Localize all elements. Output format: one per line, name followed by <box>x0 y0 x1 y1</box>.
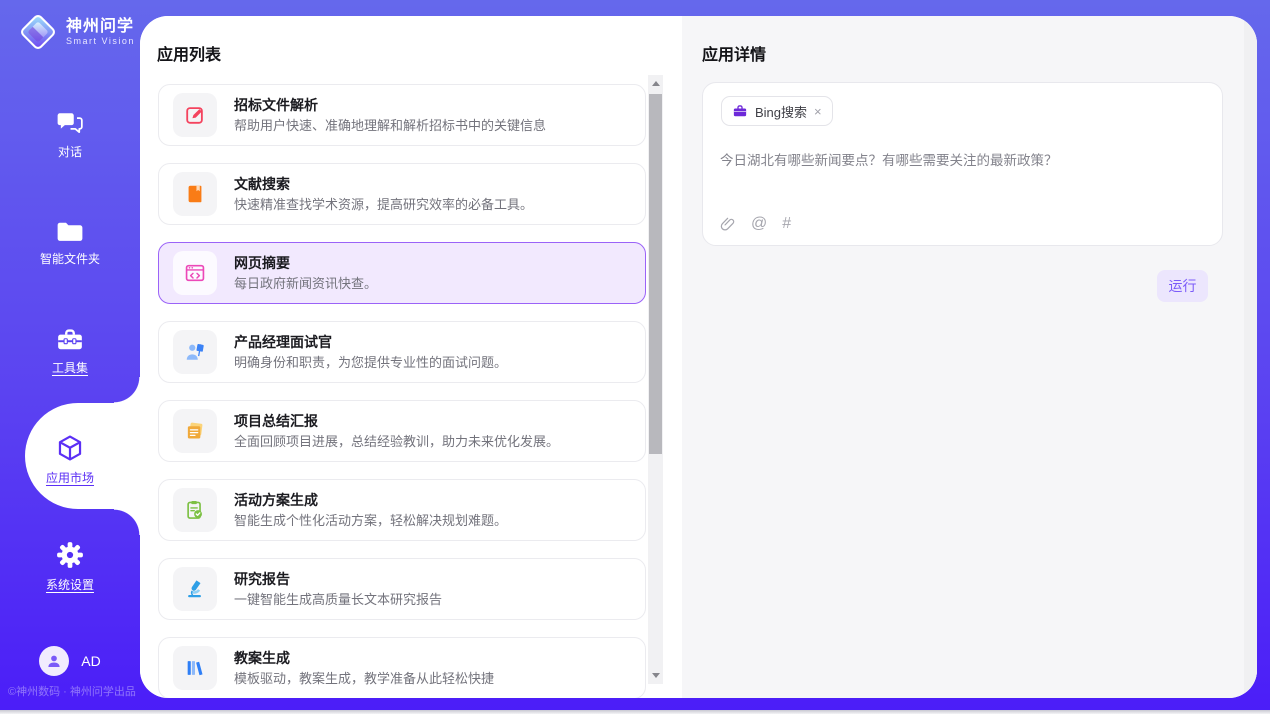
interviewer-icon <box>184 341 206 363</box>
app-desc: 模板驱动，教案生成，教学准备从此轻松快捷 <box>234 670 494 688</box>
tool-chip-bing-search[interactable]: Bing搜索 × <box>721 96 833 126</box>
sidebar-item-label: 应用市场 <box>46 469 94 486</box>
app-desc: 全面回顾项目进展，总结经验教训，助力未来优化发展。 <box>234 433 559 451</box>
sticky-notes-icon <box>184 420 206 442</box>
scroll-up-arrow-icon[interactable] <box>652 81 660 86</box>
app-list-scrollbar[interactable] <box>648 75 663 684</box>
prompt-card[interactable]: Bing搜索 × 今日湖北有哪些新闻要点？有哪些需要关注的最新政策？ @ # <box>702 82 1223 246</box>
app-title: 网页摘要 <box>234 254 377 272</box>
folder-icon <box>56 219 84 243</box>
app-icon-tile <box>173 251 217 295</box>
app-title: 招标文件解析 <box>234 96 546 114</box>
books-icon <box>184 657 206 679</box>
app-card-lesson-plan[interactable]: 教案生成 模板驱动，教案生成，教学准备从此轻松快捷 <box>158 637 646 698</box>
app-card-list: 招标文件解析 帮助用户快速、准确地理解和解析招标书中的关键信息 文献搜索 快速精… <box>158 84 646 698</box>
app-logo: 神州问学 Smart Vision <box>18 12 135 52</box>
book-icon <box>184 183 206 205</box>
app-icon-tile <box>173 567 217 611</box>
sidebar-item-label: 智能文件夹 <box>40 250 100 267</box>
chat-icon <box>56 110 84 136</box>
chip-close-icon[interactable]: × <box>814 105 822 118</box>
sidebar-item-chat[interactable]: 对话 <box>0 110 140 160</box>
app-card-project-summary[interactable]: 项目总结汇报 全面回顾项目进展，总结经验教训，助力未来优化发展。 <box>158 400 646 462</box>
sidebar: 神州问学 Smart Vision 对话 智能文件夹 工具集 <box>0 0 140 714</box>
app-icon-tile <box>173 172 217 216</box>
app-icon-tile <box>173 409 217 453</box>
paperclip-icon[interactable] <box>720 215 736 233</box>
gem-diamond-icon <box>18 12 58 52</box>
logo-subtitle: Smart Vision <box>66 36 135 47</box>
app-title: 项目总结汇报 <box>234 412 559 430</box>
app-detail-panel: 应用详情 Bing搜索 × 今日湖北有哪些新闻要点？有哪些需要关注的最新政策？ <box>682 16 1257 698</box>
sidebar-item-toolset[interactable]: 工具集 <box>0 327 140 376</box>
hash-topic-icon[interactable]: # <box>782 215 791 233</box>
sidebar-item-label: 系统设置 <box>46 576 94 593</box>
app-card-webpage-summary[interactable]: 网页摘要 每日政府新闻资讯快查。 <box>158 242 646 304</box>
cube-icon <box>56 434 84 462</box>
prompt-input-text[interactable]: 今日湖北有哪些新闻要点？有哪些需要关注的最新政策？ <box>720 151 1206 170</box>
app-card-bid-document-parsing[interactable]: 招标文件解析 帮助用户快速、准确地理解和解析招标书中的关键信息 <box>158 84 646 146</box>
webpage-code-icon <box>184 262 206 284</box>
app-desc: 帮助用户快速、准确地理解和解析招标书中的关键信息 <box>234 117 546 135</box>
app-list-title: 应用列表 <box>157 41 221 65</box>
app-icon-tile <box>173 330 217 374</box>
app-title: 文献搜索 <box>234 175 533 193</box>
microscope-icon <box>184 578 206 600</box>
app-title: 活动方案生成 <box>234 491 507 509</box>
user-account[interactable]: AD <box>0 646 140 676</box>
app-title: 产品经理面试官 <box>234 333 507 351</box>
at-mention-icon[interactable]: @ <box>751 215 767 233</box>
prompt-toolbar: @ # <box>720 215 791 233</box>
app-desc: 智能生成个性化活动方案，轻松解决规划难题。 <box>234 512 507 530</box>
tool-chip-label: Bing搜索 <box>755 102 807 121</box>
scrollbar-thumb[interactable] <box>649 94 662 454</box>
app-detail-title: 应用详情 <box>702 41 766 65</box>
app-title: 研究报告 <box>234 570 442 588</box>
sidebar-item-settings[interactable]: 系统设置 <box>0 541 140 593</box>
app-card-event-plan[interactable]: 活动方案生成 智能生成个性化活动方案，轻松解决规划难题。 <box>158 479 646 541</box>
user-label: AD <box>81 653 100 669</box>
main-content: 应用列表 招标文件解析 帮助用户快速、准确地理解和解析招标书中的关键信息 <box>140 16 1257 698</box>
app-icon-tile <box>173 646 217 690</box>
clipboard-check-icon <box>184 499 206 521</box>
app-list-panel: 应用列表 招标文件解析 帮助用户快速、准确地理解和解析招标书中的关键信息 <box>140 16 682 698</box>
detail-scrollbar-track[interactable] <box>1244 16 1257 698</box>
avatar <box>39 646 69 676</box>
app-title: 教案生成 <box>234 649 494 667</box>
sidebar-item-label: 工具集 <box>52 359 88 376</box>
logo-title: 神州问学 <box>66 18 135 36</box>
edit-document-icon <box>184 104 206 126</box>
app-desc: 快速精准查找学术资源，提高研究效率的必备工具。 <box>234 196 533 214</box>
scroll-down-arrow-icon[interactable] <box>652 673 660 678</box>
app-card-pm-interviewer[interactable]: 产品经理面试官 明确身份和职责，为您提供专业性的面试问题。 <box>158 321 646 383</box>
toolbox-icon <box>56 327 84 352</box>
sidebar-item-smart-folder[interactable]: 智能文件夹 <box>0 219 140 267</box>
app-desc: 每日政府新闻资讯快查。 <box>234 275 377 293</box>
copyright-text: ©神州数码 · 神州问学出品 <box>8 683 136 699</box>
person-avatar-icon <box>45 652 63 670</box>
app-icon-tile <box>173 93 217 137</box>
app-card-literature-search[interactable]: 文献搜索 快速精准查找学术资源，提高研究效率的必备工具。 <box>158 163 646 225</box>
bottom-edge-line <box>0 710 1270 714</box>
app-desc: 明确身份和职责，为您提供专业性的面试问题。 <box>234 354 507 372</box>
sidebar-item-app-market[interactable]: 应用市场 <box>0 434 140 486</box>
gear-icon <box>56 541 84 569</box>
app-card-research-report[interactable]: 研究报告 一键智能生成高质量长文本研究报告 <box>158 558 646 620</box>
run-button[interactable]: 运行 <box>1157 270 1208 302</box>
app-desc: 一键智能生成高质量长文本研究报告 <box>234 591 442 609</box>
briefcase-icon <box>732 103 748 119</box>
sidebar-item-label: 对话 <box>58 143 82 160</box>
app-icon-tile <box>173 488 217 532</box>
